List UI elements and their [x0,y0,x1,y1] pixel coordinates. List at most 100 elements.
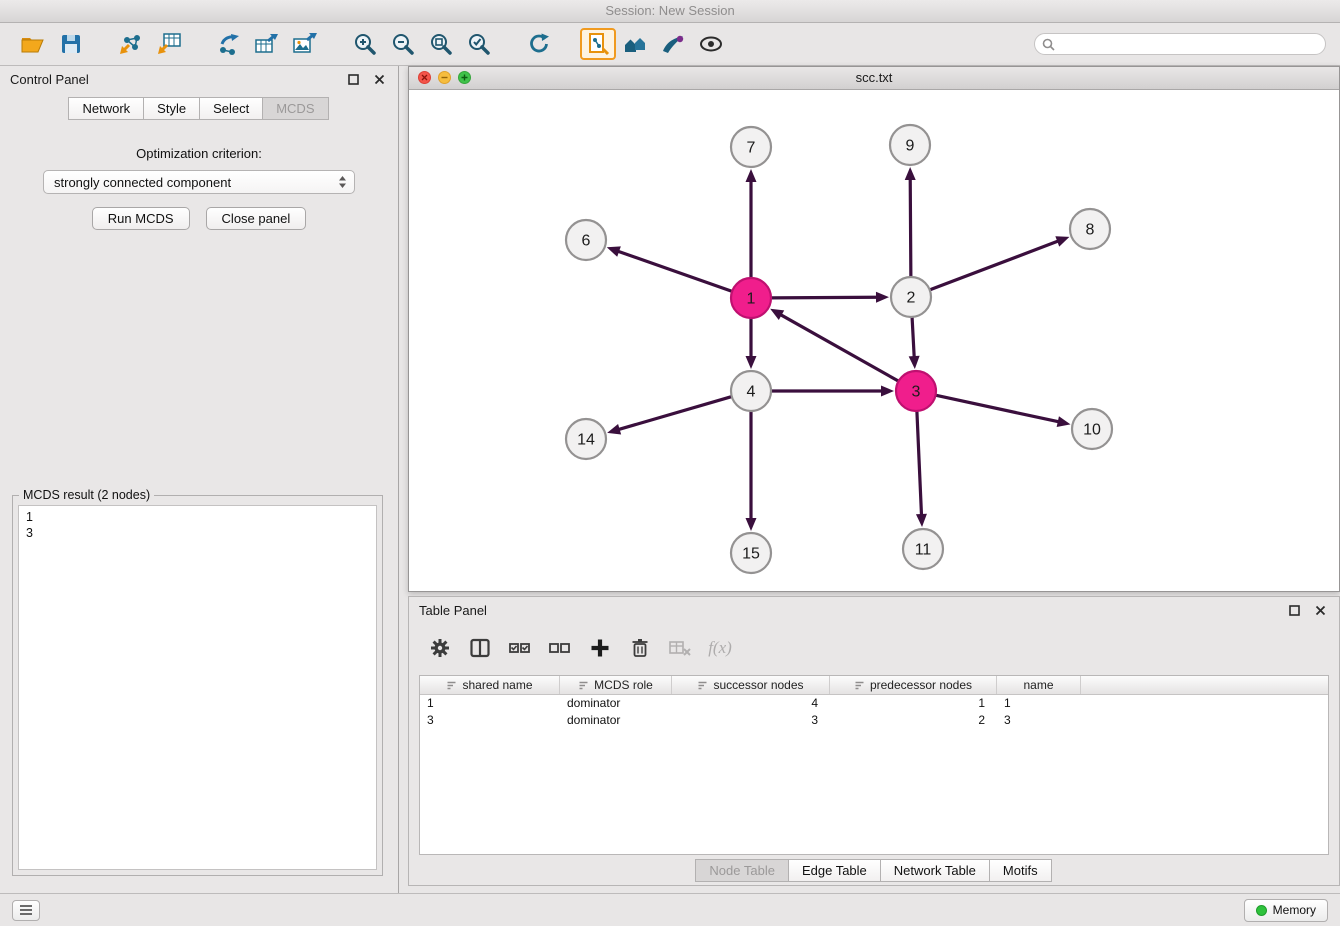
apply-style-button[interactable] [654,27,692,61]
refresh-button[interactable] [520,27,558,61]
graph-edge-arrowhead [1055,236,1069,246]
zoom-selected-button[interactable] [460,27,498,61]
column-header-successor-nodes[interactable]: successor nodes [672,676,830,694]
overview-button[interactable] [616,27,654,61]
home-icon [622,32,648,56]
graph-edge-arrowhead [909,356,920,369]
graph-edge-2-9[interactable] [910,180,911,277]
save-icon [59,32,83,56]
float-panel-button[interactable] [344,71,362,87]
tab-mcds[interactable]: MCDS [262,97,328,120]
refresh-icon [527,32,551,56]
column-header-shared-name[interactable]: shared name [420,676,560,694]
mcds-result-title: MCDS result (2 nodes) [19,488,154,502]
cell-successor-nodes[interactable]: 4 [672,695,830,712]
cell-mcds-role[interactable]: dominator [560,712,672,729]
sort-icon [697,680,708,691]
tab-network-table[interactable]: Network Table [880,859,990,882]
tab-edge-table[interactable]: Edge Table [788,859,881,882]
criterion-select[interactable]: strongly connected component [43,170,355,194]
task-history-button[interactable] [12,900,40,921]
window-close-button[interactable] [418,71,431,84]
create-view-button[interactable] [580,28,616,60]
window-zoom-button[interactable] [458,71,471,84]
graph-node-label: 14 [577,432,595,449]
network-window-titlebar[interactable]: scc.txt [409,67,1339,90]
graph-edge-1-2[interactable] [771,297,876,298]
export-network-button[interactable] [210,27,248,61]
save-button[interactable] [52,27,90,61]
table-row[interactable]: 1 dominator 4 1 1 [420,695,1328,712]
add-column-button[interactable] [583,633,617,663]
column-header-name[interactable]: name [997,676,1081,694]
table-close-button[interactable] [1311,602,1329,618]
mcds-result-line: 1 [26,509,369,525]
tab-network[interactable]: Network [68,97,144,120]
zoom-fit-button[interactable] [422,27,460,61]
window-minimize-button[interactable] [438,71,451,84]
network-canvas[interactable]: 7968124314101511 [409,89,1339,591]
import-table-button[interactable] [150,27,188,61]
zoom-out-icon [391,32,415,56]
tab-select[interactable]: Select [199,97,263,120]
graph-edge-arrowhead [916,514,927,527]
graph-edge-3-11[interactable] [917,411,922,514]
app-window: { "window": { "title": "Session: New Ses… [0,0,1340,926]
graph-edge-2-3[interactable] [912,317,914,356]
export-image-button[interactable] [286,27,324,61]
zoom-in-button[interactable] [346,27,384,61]
function-builder-button[interactable]: f(x) [703,633,737,663]
cell-predecessor-nodes[interactable]: 2 [830,712,997,729]
show-columns-button[interactable] [463,633,497,663]
table-float-button[interactable] [1285,602,1303,618]
table-panel: Table Panel [408,596,1340,886]
deselect-all-button[interactable] [543,633,577,663]
table-row[interactable]: 3 dominator 3 2 3 [420,712,1328,729]
cell-name[interactable]: 1 [997,695,1081,712]
graph-edge-3-10[interactable] [936,395,1058,421]
table-panel-title: Table Panel [419,603,487,618]
control-panel-tabs: Network Style Select MCDS [0,97,398,120]
graph-edge-4-14[interactable] [620,397,732,430]
export-table-button[interactable] [248,27,286,61]
search-box[interactable] [1034,33,1326,55]
memory-button[interactable]: Memory [1244,899,1328,922]
run-mcds-button[interactable]: Run MCDS [92,207,190,230]
import-network-button[interactable] [112,27,150,61]
column-label: successor nodes [713,678,803,692]
cell-shared-name[interactable]: 3 [420,712,560,729]
list-icon [18,903,34,917]
cell-successor-nodes[interactable]: 3 [672,712,830,729]
tab-style[interactable]: Style [143,97,200,120]
table-settings-button[interactable] [423,633,457,663]
show-hide-button[interactable] [692,27,730,61]
cell-mcds-role[interactable]: dominator [560,695,672,712]
close-panel-button[interactable] [370,71,388,87]
criterion-select-value: strongly connected component [54,175,231,190]
tab-motifs[interactable]: Motifs [989,859,1052,882]
delete-table-icon [668,637,692,659]
graph-edge-3-1[interactable] [781,315,898,381]
search-input[interactable] [1059,36,1318,52]
mcds-result-box[interactable]: 1 3 [18,505,377,870]
window-titlebar[interactable]: Session: New Session [0,0,1340,23]
cell-shared-name[interactable]: 1 [420,695,560,712]
column-header-mcds-role[interactable]: MCDS role [560,676,672,694]
cell-predecessor-nodes[interactable]: 1 [830,695,997,712]
graph-edge-arrowhead [905,167,916,180]
tab-node-table[interactable]: Node Table [695,859,789,882]
columns-icon [469,637,491,659]
graph-edge-2-8[interactable] [930,241,1058,289]
select-arrows-icon [338,175,347,189]
delete-column-button[interactable] [623,633,657,663]
delete-table-button[interactable] [663,633,697,663]
eye-icon [698,32,724,56]
zoom-out-button[interactable] [384,27,422,61]
open-file-button[interactable] [14,27,52,61]
graph-edge-1-6[interactable] [619,252,732,292]
close-panel-action-button[interactable]: Close panel [206,207,307,230]
graph-edge-arrowhead [607,424,621,435]
select-all-button[interactable] [503,633,537,663]
column-header-predecessor-nodes[interactable]: predecessor nodes [830,676,997,694]
cell-name[interactable]: 3 [997,712,1081,729]
